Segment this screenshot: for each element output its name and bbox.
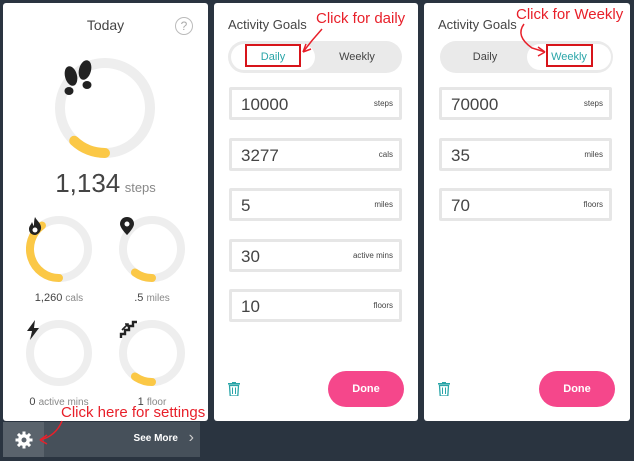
annotation-arrows	[39, 23, 546, 445]
annotation-settings: Click here for settings	[61, 404, 206, 421]
annotation-weekly: Click for Weekly	[516, 6, 624, 23]
annotation-daily: Click for daily	[316, 10, 406, 27]
